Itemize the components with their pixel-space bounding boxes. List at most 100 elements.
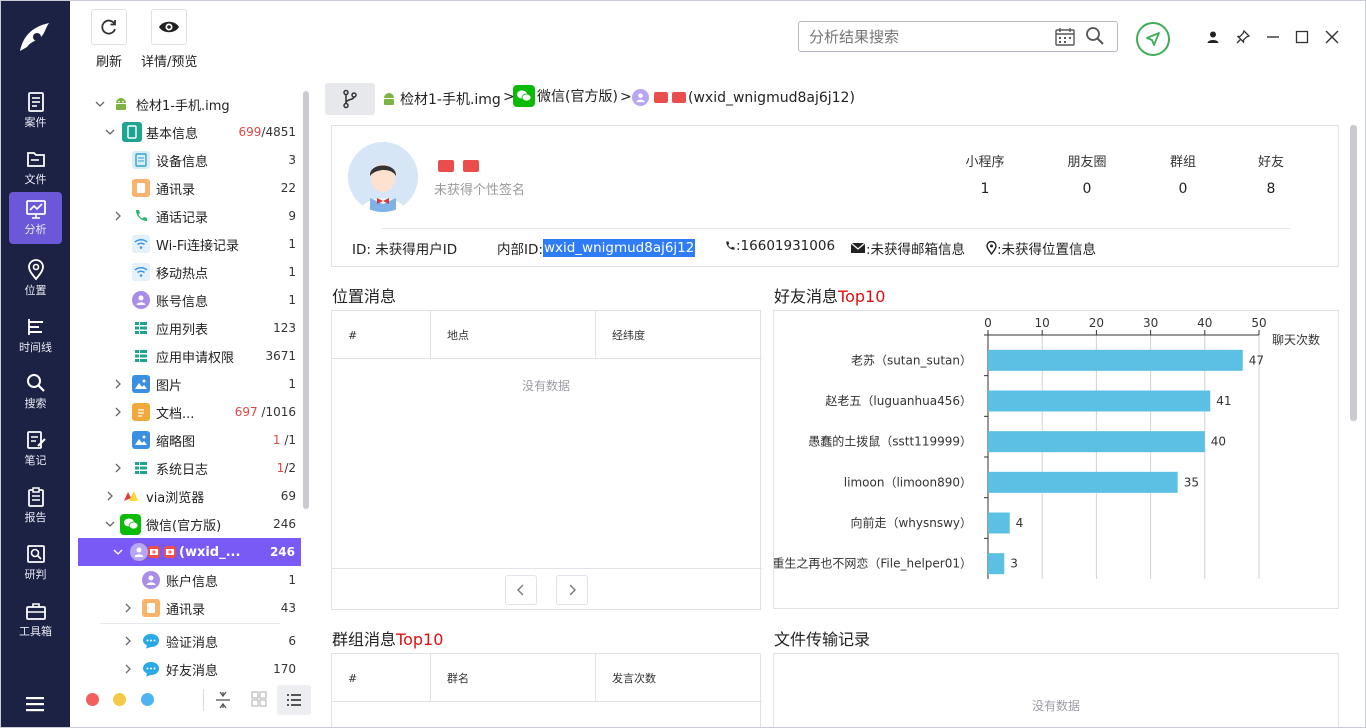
hamburger-menu-icon[interactable] bbox=[25, 695, 45, 713]
user-button[interactable] bbox=[1203, 27, 1223, 47]
nav-item-note[interactable]: 笔记 bbox=[9, 423, 62, 475]
internal-id: 内部ID: wxid_wnigmud8aj6j12 bbox=[497, 238, 696, 258]
tree-item-documents[interactable]: 文档... 697 /1016 bbox=[78, 398, 310, 426]
stat-moments[interactable]: 朋友圈 0 bbox=[1057, 151, 1117, 197]
tree-item-friend-msgs[interactable]: 好友消息 170 bbox=[78, 655, 310, 683]
tree-item-label: 通讯录 bbox=[166, 602, 206, 618]
tree-item-wifi[interactable]: Wi-Fi连接记录 1 bbox=[78, 230, 310, 258]
tree-item-basic-info[interactable]: 基本信息 699/4851 bbox=[78, 118, 310, 146]
tree-item-wechat-contacts[interactable]: 通讯录 43 bbox=[78, 594, 310, 622]
tree-item-wechat[interactable]: 微信(官方版) 246 bbox=[78, 510, 310, 538]
table-header-index[interactable]: # bbox=[332, 654, 431, 702]
yellow-filter-dot[interactable] bbox=[113, 693, 126, 706]
basic-info-icon bbox=[122, 122, 142, 142]
stat-friends[interactable]: 好友 8 bbox=[1241, 151, 1301, 197]
breadcrumb-seg-image[interactable]: 检材1-手机.img bbox=[381, 89, 501, 109]
blue-filter-dot[interactable] bbox=[141, 693, 154, 706]
tree-item-verify-msgs[interactable]: 验证消息 6 bbox=[78, 627, 310, 655]
next-page-button[interactable] bbox=[556, 575, 588, 605]
chevron-right-icon[interactable] bbox=[112, 462, 124, 474]
location-pin-icon bbox=[986, 241, 997, 255]
tree-item-account-info[interactable]: 账户信息 1 bbox=[78, 566, 310, 594]
tree-item-permissions[interactable]: 应用申请权限 3671 bbox=[78, 342, 310, 370]
red-filter-dot[interactable] bbox=[86, 693, 99, 706]
tree-item-syslog[interactable]: 系统日志 1/2 bbox=[78, 454, 310, 482]
table-header-index[interactable]: # bbox=[332, 311, 431, 359]
location-value: :未获得位置信息 bbox=[997, 242, 1097, 258]
hotspot-icon bbox=[132, 263, 150, 281]
tree-item-device[interactable]: 设备信息 3 bbox=[78, 146, 310, 174]
chevron-right-icon[interactable] bbox=[104, 490, 116, 502]
tree-item-thumbnails[interactable]: 缩略图 1 /1 bbox=[78, 426, 310, 454]
tree-item-label: (wxid_... bbox=[179, 544, 241, 560]
chevron-right-icon[interactable] bbox=[122, 602, 134, 614]
tree-item-account[interactable]: 账号信息 1 bbox=[78, 286, 310, 314]
tree-item-calls[interactable]: 通话记录 9 bbox=[78, 202, 310, 230]
nav-item-location[interactable]: 位置 bbox=[9, 253, 62, 305]
nav-item-report[interactable]: 报告 bbox=[9, 480, 62, 532]
tree-item-apps[interactable]: 应用列表 123 bbox=[78, 314, 310, 342]
detail-preview-button[interactable]: 详情/预览 bbox=[141, 9, 197, 70]
search-icon[interactable] bbox=[1085, 26, 1105, 46]
tree-count: 9 bbox=[288, 209, 296, 223]
chevron-right-icon[interactable] bbox=[112, 378, 124, 390]
grid-view-icon[interactable] bbox=[251, 691, 267, 707]
friend-section-title: 好友消息Top10 bbox=[774, 283, 885, 307]
calendar-icon[interactable] bbox=[1055, 27, 1075, 46]
nav-item-timeline[interactable]: 时间线 bbox=[9, 310, 62, 362]
breadcrumb-seg-user[interactable]: (wxid_wnigmud8aj6j12) bbox=[632, 89, 855, 106]
table-header-group-name[interactable]: 群名 bbox=[431, 654, 596, 702]
stat-mini-programs[interactable]: 小程序 1 bbox=[955, 151, 1015, 197]
maximize-button[interactable] bbox=[1292, 27, 1312, 47]
table-header-post-count[interactable]: 发言次数 bbox=[596, 654, 762, 702]
collapse-all-icon[interactable] bbox=[215, 691, 231, 709]
tree-item-via-browser[interactable]: via浏览器 69 bbox=[78, 482, 310, 510]
footer-divider bbox=[203, 689, 204, 711]
nav-item-judge[interactable]: 研判 bbox=[9, 537, 62, 589]
bar-value-label: 41 bbox=[1216, 394, 1231, 408]
tree-item-contacts[interactable]: 通讯录 22 bbox=[78, 174, 310, 202]
chevron-down-icon[interactable] bbox=[94, 98, 106, 110]
prev-page-button[interactable] bbox=[505, 575, 537, 605]
note-icon bbox=[26, 431, 46, 449]
nav-item-case[interactable]: 案件 bbox=[9, 85, 62, 137]
group-title-top10: Top10 bbox=[396, 630, 444, 649]
branch-button[interactable] bbox=[325, 83, 375, 115]
send-status-button[interactable] bbox=[1136, 22, 1170, 56]
nav-item-label: 研判 bbox=[24, 568, 47, 581]
tree-item-label: 账户信息 bbox=[166, 574, 219, 590]
nav-item-label: 分析 bbox=[24, 223, 47, 236]
content-scrollbar[interactable] bbox=[1350, 125, 1357, 421]
stat-value: 1 bbox=[980, 181, 990, 197]
table-header-place[interactable]: 地点 bbox=[431, 311, 596, 359]
tree-item-pictures[interactable]: 图片 1 bbox=[78, 370, 310, 398]
tree-item-root[interactable]: 检材1-手机.img bbox=[78, 90, 310, 118]
nav-item-label: 笔记 bbox=[24, 454, 47, 467]
stat-groups[interactable]: 群组 0 bbox=[1153, 151, 1213, 197]
table-header-coords[interactable]: 经纬度 bbox=[596, 311, 762, 359]
chevron-right-icon[interactable] bbox=[112, 406, 124, 418]
nav-item-search[interactable]: 搜索 bbox=[9, 366, 62, 418]
chevron-right-icon[interactable] bbox=[122, 663, 134, 675]
tree-item-label: 通话记录 bbox=[156, 210, 209, 226]
chevron-down-icon[interactable] bbox=[104, 518, 116, 530]
pin-button[interactable] bbox=[1233, 27, 1253, 47]
search-input[interactable] bbox=[799, 27, 1039, 46]
tree-item-hotspot[interactable]: 移动热点 1 bbox=[78, 258, 310, 286]
internal-id-value[interactable]: wxid_wnigmud8aj6j12 bbox=[542, 239, 696, 257]
nav-item-file[interactable]: 文件 bbox=[9, 142, 62, 194]
chevron-down-icon[interactable] bbox=[112, 546, 124, 558]
chevron-right-icon[interactable] bbox=[122, 635, 134, 647]
tree-item-wechat-user[interactable]: (wxid_... 246 bbox=[78, 538, 301, 566]
minimize-button[interactable] bbox=[1263, 27, 1283, 47]
nav-item-analysis[interactable]: 分析 bbox=[9, 192, 62, 244]
tree-scrollbar[interactable] bbox=[303, 91, 309, 509]
chevron-right-icon[interactable] bbox=[112, 210, 124, 222]
chevron-down-icon[interactable] bbox=[104, 126, 116, 138]
close-button[interactable] bbox=[1322, 27, 1342, 47]
tree-count: 1 bbox=[288, 377, 296, 391]
breadcrumb-seg-wechat[interactable]: 微信(官方版) bbox=[513, 85, 618, 107]
list-view-button[interactable] bbox=[277, 685, 311, 715]
nav-item-toolbox[interactable]: 工具箱 bbox=[9, 594, 62, 646]
refresh-button[interactable]: 刷新 bbox=[91, 9, 127, 70]
